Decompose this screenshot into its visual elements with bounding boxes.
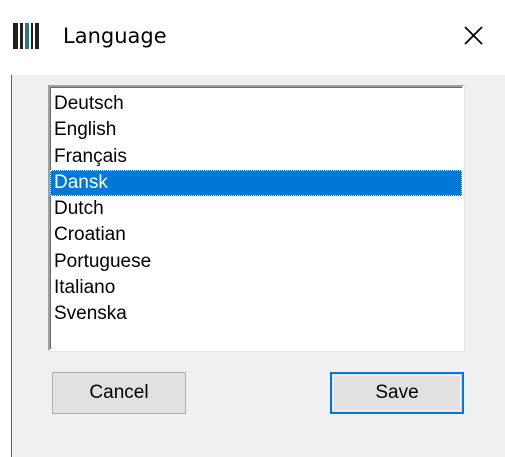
close-icon	[464, 26, 483, 45]
language-option[interactable]: English	[50, 117, 462, 143]
language-dialog: Language Deutsch English Français Dansk Dutc…	[0, 0, 505, 457]
language-option[interactable]: Italiano	[50, 275, 462, 301]
dialog-body: Deutsch English Français Dansk Dutch Croatian…	[11, 75, 505, 457]
language-option[interactable]: Portuguese	[50, 249, 462, 275]
title-bar[interactable]: Language	[0, 0, 505, 75]
save-button[interactable]: Save	[330, 372, 464, 414]
language-option[interactable]: Dutch	[50, 196, 462, 222]
language-option[interactable]: Croatian	[50, 222, 462, 248]
language-option[interactable]: Français	[50, 144, 462, 170]
language-option[interactable]: Dansk	[50, 169, 462, 197]
window-title: Language	[63, 24, 167, 48]
close-button[interactable]	[450, 12, 496, 58]
language-listbox[interactable]: Deutsch English Français Dansk Dutch Croatian…	[48, 85, 464, 351]
barcode-app-icon	[11, 21, 41, 51]
cancel-button[interactable]: Cancel	[52, 372, 186, 414]
language-option[interactable]: Deutsch	[50, 91, 462, 117]
save-button-label: Save	[375, 382, 419, 403]
language-option[interactable]: Svenska	[50, 301, 462, 327]
